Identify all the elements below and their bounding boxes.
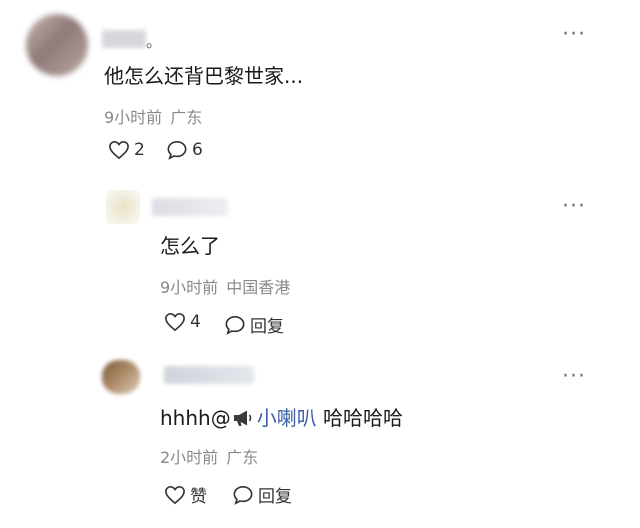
username-suffix: 。 bbox=[146, 32, 163, 51]
comment-text: hhhh@ 小喇叭 哈哈哈哈 bbox=[160, 402, 403, 431]
comment-location: 中国香港 bbox=[226, 278, 291, 297]
heart-outline-icon bbox=[165, 312, 185, 332]
comment-location: 广东 bbox=[226, 448, 259, 467]
like-button[interactable]: 4 bbox=[164, 312, 201, 332]
like-label: 赞 bbox=[190, 487, 207, 507]
comment-time: 2小时前 bbox=[160, 448, 219, 467]
reply-count: 6 bbox=[192, 140, 203, 160]
comment-text-suffix: 哈哈哈哈 bbox=[316, 406, 404, 430]
reply-button[interactable]: 6 bbox=[166, 140, 203, 160]
like-button[interactable]: 赞 bbox=[164, 482, 207, 507]
more-dots-icon[interactable]: ··· bbox=[562, 196, 586, 218]
more-dots-icon[interactable]: ··· bbox=[562, 24, 586, 46]
like-count: 4 bbox=[190, 312, 201, 332]
avatar[interactable] bbox=[26, 14, 88, 76]
username-blurred[interactable] bbox=[164, 366, 254, 384]
reply-button[interactable]: 回复 bbox=[224, 312, 284, 337]
comment-text: 他怎么还背巴黎世家... bbox=[104, 64, 304, 88]
comment-time: 9小时前 bbox=[160, 278, 219, 297]
mention-link[interactable]: 小喇叭 bbox=[231, 406, 317, 430]
comment-text: 怎么了 bbox=[160, 234, 220, 258]
comment-location: 广东 bbox=[170, 108, 203, 127]
heart-outline-icon bbox=[109, 140, 129, 160]
speech-bubble-icon bbox=[225, 315, 245, 335]
comment-meta: 9小时前 广东 bbox=[104, 104, 210, 128]
comment-time: 9小时前 bbox=[104, 108, 163, 127]
username-blurred[interactable] bbox=[152, 198, 228, 216]
more-dots-icon[interactable]: ··· bbox=[562, 366, 586, 388]
reply-label: 回复 bbox=[250, 317, 284, 337]
speech-bubble-icon bbox=[167, 140, 187, 160]
mention-name: 小喇叭 bbox=[256, 406, 317, 430]
reply-label: 回复 bbox=[258, 487, 292, 507]
avatar[interactable] bbox=[102, 360, 140, 394]
like-button[interactable]: 2 bbox=[108, 140, 145, 160]
comment-item-2: ··· 怎么了 9小时前 中国香港 4 回复 bbox=[0, 170, 640, 340]
heart-outline-icon bbox=[165, 485, 185, 504]
speech-bubble-icon bbox=[233, 485, 253, 505]
username-blurred[interactable] bbox=[102, 30, 146, 48]
megaphone-icon bbox=[233, 410, 252, 426]
comment-item-3: ··· hhhh@ 小喇叭 哈哈哈哈 2小时前 广东 赞 回复 bbox=[0, 340, 640, 528]
comment-meta: 2小时前 广东 bbox=[160, 444, 266, 468]
comment-text-prefix: hhhh@ bbox=[160, 406, 231, 430]
comment-item-1: 。 ··· 他怎么还背巴黎世家... 9小时前 广东 2 6 bbox=[0, 0, 640, 170]
like-count: 2 bbox=[134, 140, 145, 160]
avatar[interactable] bbox=[106, 190, 140, 224]
comment-meta: 9小时前 中国香港 bbox=[160, 274, 298, 298]
reply-button[interactable]: 回复 bbox=[232, 482, 292, 507]
